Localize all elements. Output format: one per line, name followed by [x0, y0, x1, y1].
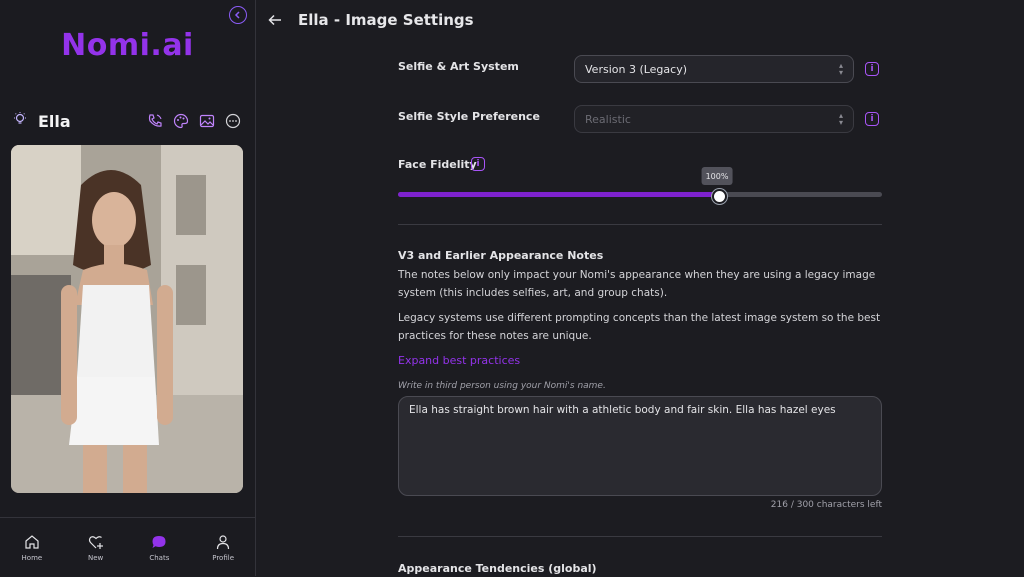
face-fidelity-label: Face Fidelity: [398, 158, 477, 171]
profile-photo[interactable]: [11, 145, 243, 493]
page-header: Ella - Image Settings: [256, 0, 1024, 40]
nav-new[interactable]: New: [64, 518, 128, 577]
slider-value-tooltip: 100%: [701, 167, 733, 185]
arrow-left-icon: [268, 14, 281, 26]
appearance-tendencies-title: Appearance Tendencies (global): [398, 562, 597, 575]
info-icon[interactable]: i: [865, 112, 879, 126]
selfie-art-system-label: Selfie & Art System: [398, 60, 519, 73]
nav-label: New: [87, 553, 104, 562]
profile-actions: [145, 111, 243, 131]
person-icon: [217, 534, 230, 549]
selfie-style-select[interactable]: Realistic ▴ ▾: [574, 105, 854, 133]
selfie-art-system-select[interactable]: Version 3 (Legacy) ▴ ▾: [574, 55, 854, 83]
palette-icon[interactable]: [171, 111, 191, 131]
notes-description: The notes below only impact your Nomi's …: [398, 269, 876, 299]
nav-home[interactable]: Home: [0, 518, 64, 577]
nav-chats[interactable]: Chats: [128, 518, 192, 577]
select-value: Version 3 (Legacy): [585, 62, 688, 76]
image-icon[interactable]: [197, 111, 217, 131]
notes-legacy-info: Legacy systems use different prompting c…: [398, 312, 881, 342]
home-icon: [25, 534, 39, 549]
phone-call-icon[interactable]: [145, 111, 165, 131]
notes-hint: Write in third person using your Nomi's …: [398, 381, 606, 391]
chevron-left-icon: [234, 11, 240, 19]
sidebar: Nomi.ai Ella Home New Chats Profile: [0, 0, 256, 576]
nav-profile[interactable]: Profile: [191, 518, 255, 577]
lightbulb-icon[interactable]: [12, 111, 28, 131]
nav-label: Profile: [212, 553, 234, 562]
profile-row: Ella: [12, 108, 243, 134]
slider-thumb[interactable]: [712, 189, 727, 204]
appearance-notes-textarea[interactable]: Ella has straight brown hair with a athl…: [398, 396, 882, 496]
chevron-up-down-icon: ▴ ▾: [838, 111, 843, 127]
more-options-icon[interactable]: [223, 111, 243, 131]
divider: [398, 536, 882, 537]
info-icon[interactable]: i: [865, 62, 879, 76]
page-title: Ella - Image Settings: [298, 11, 474, 29]
chevron-up-down-icon: ▴ ▾: [838, 61, 843, 77]
slider-fill: [398, 192, 717, 197]
nav-label: Home: [21, 553, 43, 562]
chat-bubble-icon: [152, 535, 166, 548]
info-icon[interactable]: i: [471, 157, 485, 171]
appearance-notes-title: V3 and Earlier Appearance Notes: [398, 249, 604, 262]
select-value: Realistic: [585, 112, 631, 126]
expand-best-practices-link[interactable]: Expand best practices: [398, 354, 520, 367]
logo[interactable]: Nomi.ai: [0, 28, 255, 63]
collapse-sidebar-button[interactable]: [229, 6, 247, 24]
bottom-nav: Home New Chats Profile: [0, 517, 255, 577]
divider: [398, 224, 882, 225]
heart-plus-icon: [88, 535, 103, 549]
back-button[interactable]: [268, 11, 286, 29]
profile-name: Ella: [38, 111, 71, 131]
nav-label: Chats: [149, 553, 170, 562]
face-fidelity-slider[interactable]: [398, 189, 882, 204]
char-count: 216 / 300 characters left: [770, 500, 882, 510]
selfie-style-label: Selfie Style Preference: [398, 110, 540, 123]
